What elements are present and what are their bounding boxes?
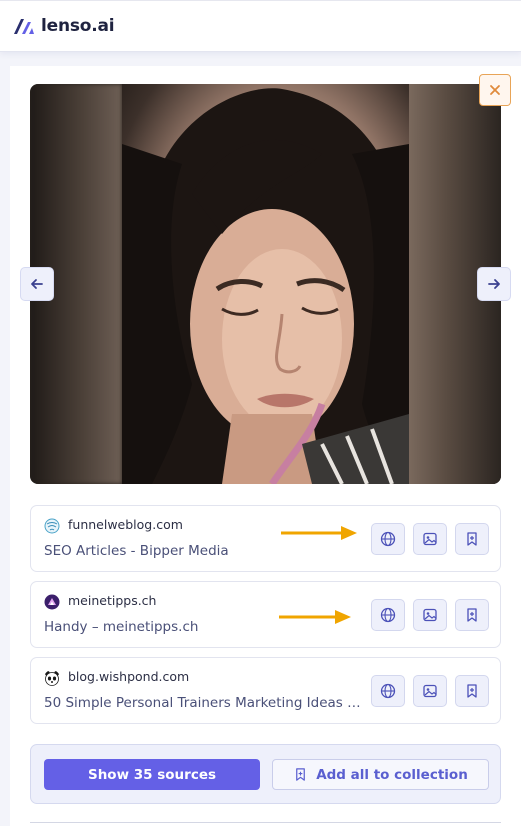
image-icon [423, 684, 437, 698]
visit-site-button[interactable] [371, 599, 405, 631]
result-domain[interactable]: meinetipps.ch [68, 593, 156, 608]
bookmark-add-icon [467, 684, 477, 698]
result-title[interactable]: 50 Simple Personal Trainers Marketing Id… [44, 695, 364, 711]
add-all-to-collection-button[interactable]: Add all to collection [272, 759, 489, 790]
result-domain[interactable]: funnelweblog.com [68, 517, 183, 532]
globe-icon [380, 531, 396, 547]
image-viewer [30, 84, 501, 484]
view-image-button[interactable] [413, 523, 447, 555]
visit-site-button[interactable] [371, 523, 405, 555]
wishpond-panda-favicon-icon [45, 671, 59, 686]
divider [30, 822, 501, 823]
result-domain[interactable]: blog.wishpond.com [68, 669, 189, 684]
bookmark-add-icon [296, 768, 306, 781]
globe-icon [380, 607, 396, 623]
image-icon [423, 532, 437, 546]
show-sources-button[interactable]: Show 35 sources [44, 759, 260, 790]
result-card[interactable]: funnelweblog.com SEO Articles - Bipper M… [30, 505, 501, 572]
bookmark-button[interactable] [455, 599, 489, 631]
results-footer: Show 35 sources Add all to collection [30, 744, 501, 804]
bookmark-add-icon [467, 532, 477, 546]
bookmark-button[interactable] [455, 523, 489, 555]
next-image-button[interactable] [477, 267, 511, 301]
result-card[interactable]: meinetipps.ch Handy – meinetipps.ch [30, 581, 501, 648]
image-icon [423, 608, 437, 622]
globe-icon [380, 683, 396, 699]
portrait-illustration [122, 88, 409, 484]
view-image-button[interactable] [413, 675, 447, 707]
funnelweblog-favicon-icon [44, 518, 60, 534]
app-logo[interactable]: lenso.ai [13, 16, 115, 36]
app-name: lenso.ai [41, 16, 115, 36]
arrow-right-icon [488, 279, 500, 289]
view-image-button[interactable] [413, 599, 447, 631]
visit-site-button[interactable] [371, 675, 405, 707]
annotation-arrow-icon [279, 610, 351, 624]
add-all-to-collection-label: Add all to collection [316, 766, 468, 783]
arrow-left-icon [31, 279, 43, 289]
close-viewer-button[interactable] [479, 74, 511, 106]
result-image[interactable] [122, 84, 409, 484]
result-title[interactable]: SEO Articles - Bipper Media [44, 543, 364, 559]
bookmark-button[interactable] [455, 675, 489, 707]
result-card[interactable]: blog.wishpond.com 50 Simple Personal Tra… [30, 657, 501, 724]
bookmark-add-icon [467, 608, 477, 622]
close-icon [490, 85, 500, 95]
annotation-arrow-icon [281, 526, 357, 540]
previous-image-button[interactable] [20, 267, 54, 301]
lenso-logo-icon [14, 19, 34, 34]
top-bar: lenso.ai [0, 0, 521, 52]
meinetipps-favicon-icon [44, 594, 60, 610]
